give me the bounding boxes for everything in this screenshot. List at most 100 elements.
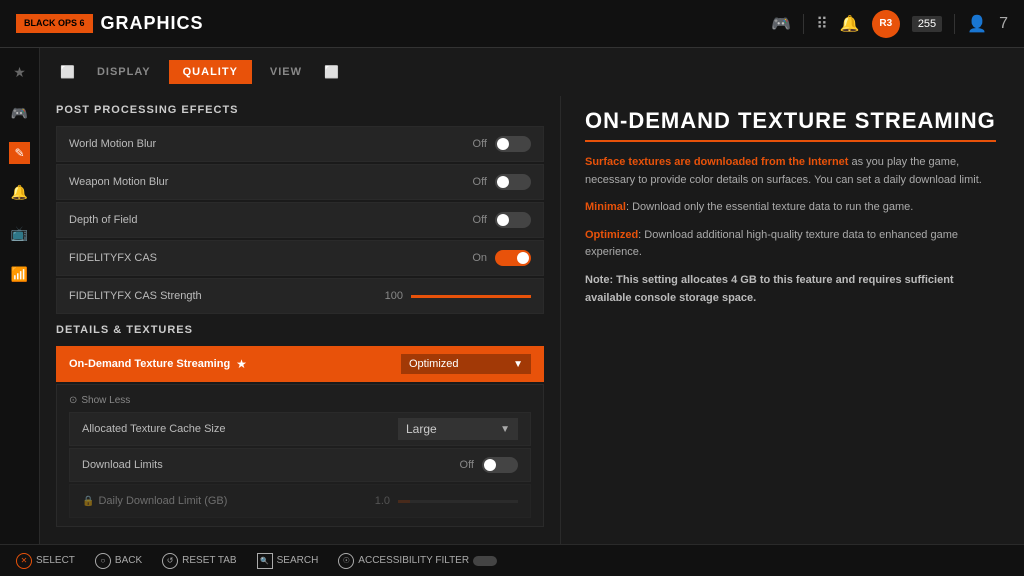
fidelityfx-strength-label: FIDELITYFX CAS Strength	[69, 290, 202, 302]
toggle-knob	[497, 138, 509, 150]
world-motion-blur-toggle[interactable]	[495, 136, 531, 152]
download-limits-text: Off	[460, 459, 474, 471]
setting-fidelityfx-cas[interactable]: FIDELITYFX CAS On	[56, 240, 544, 276]
weapon-motion-blur-value: Off	[473, 174, 531, 190]
avatar[interactable]: R3	[872, 10, 900, 38]
download-limits-value: Off	[460, 457, 518, 473]
weapon-motion-blur-toggle[interactable]	[495, 174, 531, 190]
info-note: Note: This setting allocates 4 GB to thi…	[585, 272, 1000, 307]
on-demand-value-group: Optimized ▼	[401, 354, 531, 374]
optimized-text: : Download additional high-quality textu…	[585, 229, 958, 259]
right-panel: On-Demand Texture Streaming Surface text…	[560, 96, 1024, 544]
weapon-motion-blur-text: Off	[473, 176, 487, 188]
tab-quality[interactable]: QUALITY	[169, 60, 252, 84]
info-optimized: Optimized: Download additional high-qual…	[585, 227, 1000, 262]
daily-limit-value-group: 1.0	[375, 495, 518, 507]
world-motion-blur-value: Off	[473, 136, 531, 152]
dropdown-arrow-icon2: ▼	[500, 424, 510, 435]
optimized-label: Optimized	[585, 229, 638, 241]
download-limits-toggle[interactable]	[482, 457, 518, 473]
slider-fill	[398, 500, 410, 503]
texture-cache-value: Large	[406, 422, 437, 436]
texture-cache-dropdown[interactable]: Large ▼	[398, 418, 518, 440]
bottombar: ✕ SELECT ○ BACK ↺ RESET TAB 🔍 SEARCH ☉ A…	[0, 544, 1024, 576]
setting-depth-of-field[interactable]: Depth of Field Off	[56, 202, 544, 238]
info-title: On-Demand Texture Streaming	[585, 108, 996, 142]
topbar: BLACK OPS 6 GRAPHICS 🎮 ⠿ 🔔 R3 255 👤 7	[0, 0, 1024, 48]
search-label: SEARCH	[277, 555, 319, 566]
profile-icon: 👤	[967, 14, 987, 34]
note-label: Note	[585, 274, 609, 286]
on-demand-dropdown[interactable]: Optimized ▼	[401, 354, 531, 374]
accessibility-toggle[interactable]	[473, 556, 497, 566]
info-intro: Surface textures are downloaded from the…	[585, 154, 1000, 189]
lock-icon: 🔒	[82, 496, 94, 507]
depth-of-field-toggle[interactable]	[495, 212, 531, 228]
sub-section: ⊙ Show Less Allocated Texture Cache Size…	[56, 384, 544, 527]
logo-sub: BLACK OPS 6	[16, 14, 93, 33]
divider2	[954, 14, 955, 34]
post-processing-title: POST PROCESSING EFFECTS	[56, 104, 544, 120]
weapon-motion-blur-label: Weapon Motion Blur	[69, 176, 168, 188]
note-text: : This setting allocates 4 GB to this fe…	[585, 274, 954, 304]
bell-icon: 🔔	[840, 14, 860, 34]
content-split: POST PROCESSING EFFECTS World Motion Blu…	[40, 96, 1024, 544]
fidelityfx-strength-value: 100	[385, 290, 531, 302]
accessibility-btn[interactable]: ☉ ACCESSIBILITY FILTER	[338, 553, 497, 569]
setting-fidelityfx-strength[interactable]: FIDELITYFX CAS Strength 100	[56, 278, 544, 314]
depth-of-field-value: Off	[473, 212, 531, 228]
minimal-text: : Download only the essential texture da…	[626, 201, 913, 213]
on-demand-value: Optimized	[409, 358, 459, 370]
minimal-label: Minimal	[585, 201, 626, 213]
sidebar-icon-bell[interactable]: 🔔	[7, 180, 32, 205]
show-less-btn[interactable]: ⊙ Show Less	[69, 391, 531, 410]
fidelityfx-strength-slider[interactable]	[411, 295, 531, 298]
sub-setting-download-limits[interactable]: Download Limits Off	[69, 448, 531, 482]
level-badge: 7	[999, 15, 1008, 33]
on-demand-label-group: On-Demand Texture Streaming ★	[69, 357, 247, 371]
topbar-left: BLACK OPS 6 GRAPHICS	[16, 13, 204, 34]
setting-world-motion-blur[interactable]: World Motion Blur Off	[56, 126, 544, 162]
nav-icon-right: ⬜	[324, 65, 339, 79]
daily-limit-label-group: 🔒 Daily Download Limit (GB)	[82, 495, 227, 507]
tab-view[interactable]: VIEW	[256, 60, 316, 84]
toggle-knob	[497, 176, 509, 188]
sidebar-icon-star[interactable]: ★	[9, 60, 30, 85]
sidebar-icon-controller[interactable]: 🎮	[7, 101, 32, 126]
setting-on-demand-streaming[interactable]: On-Demand Texture Streaming ★ Optimized …	[56, 346, 544, 382]
reset-tab-btn[interactable]: ↺ RESET TAB	[162, 553, 236, 569]
info-minimal: Minimal: Download only the essential tex…	[585, 199, 1000, 217]
toggle-knob	[517, 252, 529, 264]
back-label: BACK	[115, 555, 142, 566]
sidebar: ★ 🎮 ✎ 🔔 📺 📶	[0, 48, 40, 544]
dropdown-arrow-icon: ▼	[513, 359, 523, 370]
daily-limit-slider	[398, 500, 518, 503]
setting-weapon-motion-blur[interactable]: Weapon Motion Blur Off	[56, 164, 544, 200]
sub-setting-texture-cache[interactable]: Allocated Texture Cache Size Large ▼	[69, 412, 531, 446]
select-label: SELECT	[36, 555, 75, 566]
sidebar-icon-edit[interactable]: ✎	[9, 142, 29, 164]
fidelityfx-cas-label: FIDELITYFX CAS	[69, 252, 157, 264]
depth-of-field-label: Depth of Field	[69, 214, 137, 226]
fidelityfx-cas-toggle[interactable]	[495, 250, 531, 266]
accessibility-label: ACCESSIBILITY FILTER	[358, 555, 469, 566]
search-btn[interactable]: 🔍 SEARCH	[257, 553, 319, 569]
texture-cache-label: Allocated Texture Cache Size	[82, 423, 226, 435]
show-less-label: Show Less	[81, 395, 130, 406]
slider-fill	[411, 295, 531, 298]
back-btn[interactable]: ○ BACK	[95, 553, 142, 569]
controller-icon: 🎮	[771, 14, 791, 34]
show-less-icon: ⊙	[69, 395, 77, 406]
tab-display[interactable]: DISPLAY	[83, 60, 165, 84]
select-btn[interactable]: ✕ SELECT	[16, 553, 75, 569]
left-panel: POST PROCESSING EFFECTS World Motion Blu…	[40, 96, 560, 544]
fidelityfx-cas-value: On	[472, 250, 531, 266]
grid-icon: ⠿	[816, 14, 828, 34]
on-demand-label: On-Demand Texture Streaming	[69, 358, 230, 370]
select-icon: ✕	[16, 553, 32, 569]
search-icon: 🔍	[257, 553, 273, 569]
sidebar-icon-network[interactable]: 📶	[7, 262, 32, 287]
sidebar-icon-tv[interactable]: 📺	[7, 221, 32, 246]
nav-tabs: ⬜ DISPLAY QUALITY VIEW ⬜	[40, 48, 1024, 96]
star-icon: ★	[236, 357, 247, 371]
